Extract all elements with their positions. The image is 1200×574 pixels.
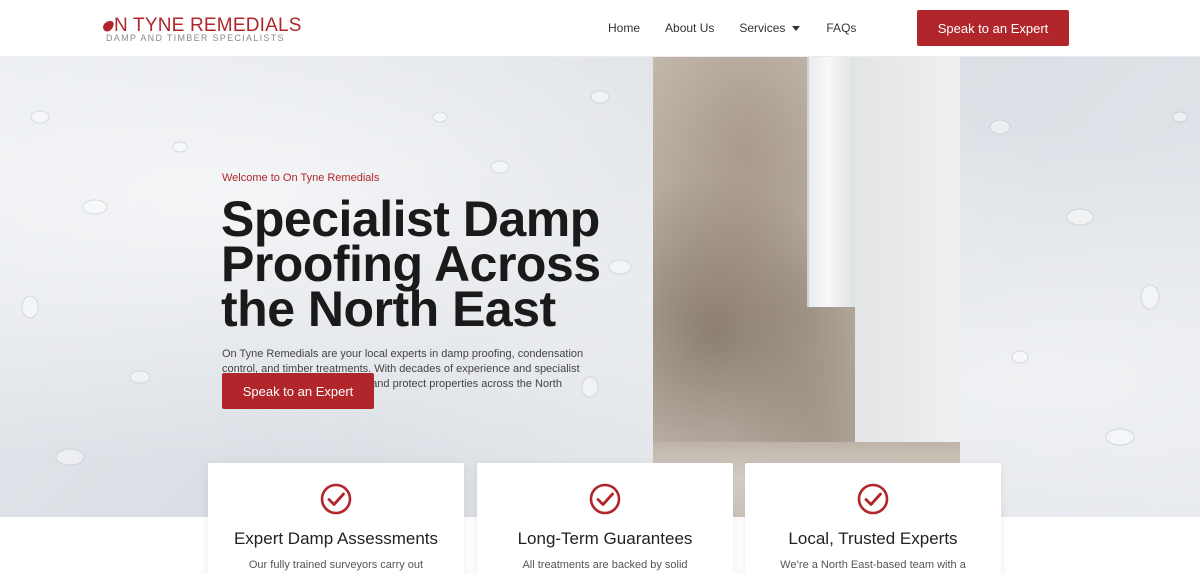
check-circle-icon bbox=[320, 483, 352, 515]
hero-title: Specialist Damp Proofing Across the Nort… bbox=[221, 194, 641, 337]
feature-card-text: We’re a North East-based team with a bbox=[780, 559, 966, 571]
hero-speak-to-expert-button[interactable]: Speak to an Expert bbox=[222, 373, 374, 409]
feature-card-assessments: Expert Damp Assessments Our fully traine… bbox=[208, 463, 464, 574]
feature-card-text: Our fully trained surveyors carry out bbox=[248, 559, 424, 571]
nav-services-label: Services bbox=[739, 21, 786, 35]
check-circle-icon bbox=[857, 483, 889, 515]
feature-card-title: Long-Term Guarantees bbox=[517, 529, 693, 548]
feature-card-guarantees: Long-Term Guarantees All treatments are … bbox=[477, 463, 733, 574]
feature-card-local-experts: Local, Trusted Experts We’re a North Eas… bbox=[745, 463, 1001, 574]
window-frame bbox=[855, 57, 960, 447]
site-header: N TYNE REMEDIALS DAMP AND TIMBER SPECIAL… bbox=[0, 0, 1200, 57]
nav-home[interactable]: Home bbox=[608, 19, 640, 37]
window-frame-post bbox=[807, 57, 855, 307]
feature-card-text: All treatments are backed by solid bbox=[522, 559, 688, 571]
logo-tagline: DAMP AND TIMBER SPECIALISTS bbox=[106, 33, 285, 43]
main-nav: Home About Us Services FAQs bbox=[608, 19, 856, 37]
mould-window-photo bbox=[653, 57, 960, 517]
caret-down-icon bbox=[792, 25, 801, 31]
feature-card-title: Local, Trusted Experts bbox=[788, 529, 958, 548]
hero-title-line: the North East bbox=[221, 281, 556, 337]
header-speak-to-expert-button[interactable]: Speak to an Expert bbox=[917, 10, 1069, 46]
hero-section: Welcome to On Tyne Remedials Specialist … bbox=[0, 57, 1200, 517]
nav-services[interactable]: Services bbox=[739, 19, 801, 37]
site-logo[interactable]: N TYNE REMEDIALS DAMP AND TIMBER SPECIAL… bbox=[101, 15, 301, 45]
nav-about-us[interactable]: About Us bbox=[665, 19, 714, 37]
hero-eyebrow: Welcome to On Tyne Remedials bbox=[222, 172, 380, 184]
feature-card-title: Expert Damp Assessments bbox=[233, 529, 439, 548]
nav-faqs[interactable]: FAQs bbox=[826, 19, 856, 37]
check-circle-icon bbox=[589, 483, 621, 515]
